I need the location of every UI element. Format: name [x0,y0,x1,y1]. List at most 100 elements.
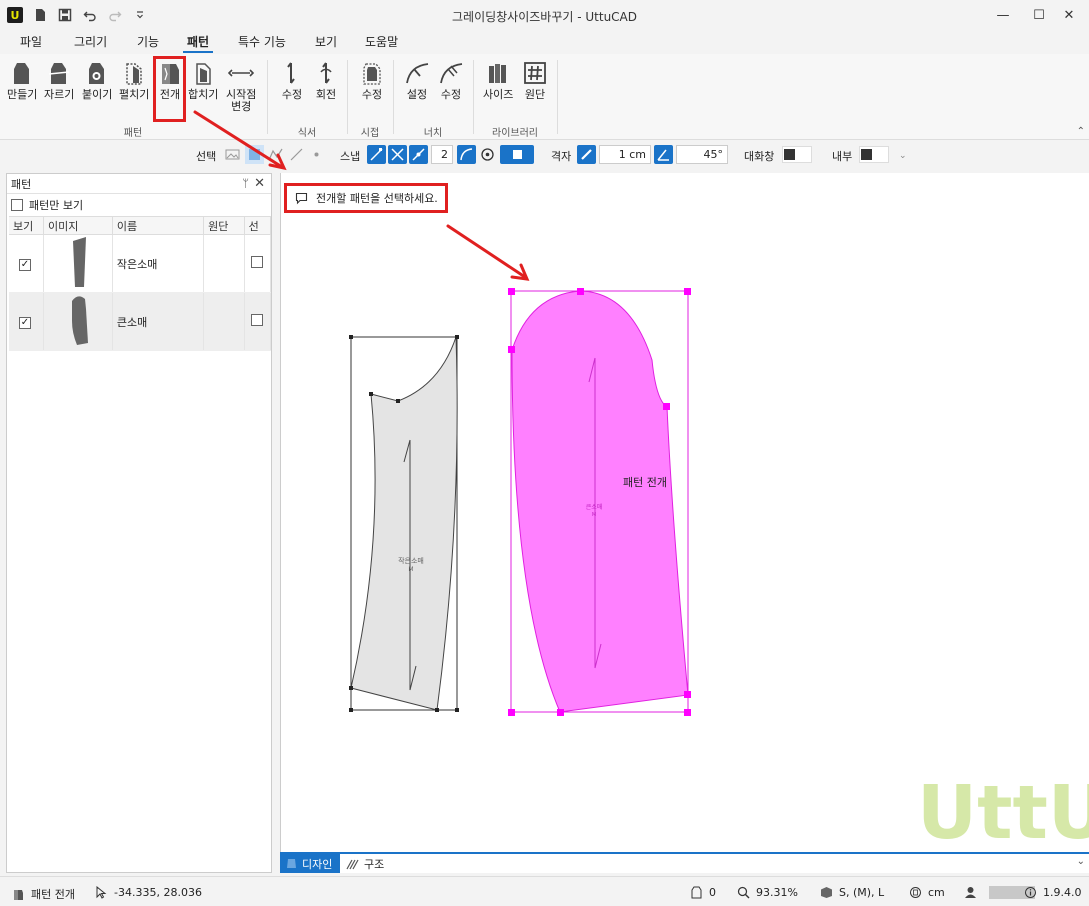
grid-size-input[interactable]: 1 cm [599,145,651,164]
snap-midpoint-icon[interactable] [409,145,428,164]
start-point-arrow-icon [228,69,255,77]
command-prompt: 전개할 패턴을 선택하세요. [284,183,448,213]
inner-label: 내부 [832,150,853,163]
panel-close-icon[interactable]: ✕ [254,176,265,191]
drawing-canvas[interactable] [280,173,1089,853]
ribbon-collapse-icon[interactable]: ⌃ [1077,126,1085,137]
close-window-button[interactable]: ✕ [1046,0,1089,30]
dialog-label: 대화창 [744,150,775,163]
snap-divisions-input[interactable]: 2 [431,145,453,164]
status-bar: 패턴 전개 -34.335, 28.036 0 93.31% S, (M), L… [0,876,1089,906]
cut-pattern-button[interactable]: 자르기 [44,60,74,101]
new-file-icon[interactable] [32,7,48,23]
tab-pattern[interactable]: 패턴 [182,30,214,54]
edit-seam-allowance-button[interactable]: 수정 [359,60,385,101]
toolbar-overflow-icon[interactable]: ⌄ [899,151,907,161]
user-icon [965,887,976,898]
create-pattern-button[interactable]: 만들기 [7,60,37,101]
redo-icon[interactable] [107,7,123,23]
set-notch-button[interactable]: 설정 [404,60,430,101]
edit-grainline-label: 수정 [281,88,303,101]
select-line-icon[interactable] [287,145,306,164]
grid-pencil-icon[interactable] [577,145,596,164]
col-visible[interactable]: 보기 [9,216,44,235]
angle-input[interactable]: 45° [676,145,728,164]
visible-checkbox[interactable]: ✓ [19,316,31,329]
snap-center-icon[interactable] [478,145,497,164]
pin-icon[interactable]: ᛘ [242,177,249,190]
status-zoom[interactable]: 93.31% [737,886,798,899]
ribbon-separator [347,60,348,134]
line-checkbox[interactable] [250,256,263,268]
change-start-point-button[interactable]: 시작점 변경 [226,60,256,113]
customize-quick-access-icon[interactable] [132,7,148,23]
table-row[interactable]: ✓ 작은소매 [9,234,272,293]
table-row[interactable]: ✓ 큰소매 [9,292,272,351]
grid-label: 격자 [551,150,572,163]
command-prompt-text: 전개할 패턴을 선택하세요. [316,192,438,205]
rotate-grainline-button[interactable]: 회전 [313,60,339,101]
snap-fill-toggle[interactable] [500,145,534,164]
dialog-color-swatch [784,149,795,160]
angle-icon[interactable] [654,145,673,164]
unfold-button-highlight [153,56,186,122]
spread-pattern-button[interactable]: 펼치기 [119,60,149,101]
size-library-label: 사이즈 [483,88,514,101]
fabric-library-label: 원단 [524,88,546,101]
status-version[interactable]: 1.9.4.0 [1024,886,1081,899]
tab-file[interactable]: 파일 [20,30,42,54]
tab-help[interactable]: 도움말 [365,30,398,54]
fabric-library-button[interactable]: 원단 [522,60,548,101]
pattern-only-checkbox[interactable] [11,199,23,211]
pattern-name: 큰소매 [112,292,205,351]
line-checkbox[interactable] [250,314,263,326]
tab-view[interactable]: 보기 [315,30,337,54]
attach-pattern-button[interactable]: 붙이기 [82,60,112,101]
status-size[interactable]: S, (M), L [820,886,884,899]
ribbon-group-pattern: 패턴 [123,128,143,139]
snap-intersection-icon[interactable] [388,145,407,164]
col-fabric[interactable]: 원단 [203,216,245,235]
col-name[interactable]: 이름 [112,216,205,235]
tab-draw[interactable]: 그리기 [74,30,107,54]
size-library-button[interactable]: 사이즈 [483,60,513,101]
options-toolbar: 선택 스냅 2 격자 1 cm 45° 대화창 내부 ⌄ [0,141,1089,168]
visible-checkbox[interactable]: ✓ [19,258,31,271]
snap-endpoint-icon[interactable] [367,145,386,164]
view-tabs: 디자인 구조 ⌄ [280,852,1089,873]
pattern-only-row: 패턴만 보기 [7,194,271,216]
tab-structure[interactable]: 구조 [346,856,384,872]
select-pattern-icon[interactable] [245,145,264,164]
col-image[interactable]: 이미지 [43,216,113,235]
snap-label: 스냅 [340,150,361,163]
tab-special-function[interactable]: 특수 기능 [238,30,286,54]
save-icon[interactable] [57,7,73,23]
tab-structure-label: 구조 [364,858,385,871]
status-unit[interactable]: cm [909,886,945,899]
edit-grainline-button[interactable]: 수정 [279,60,305,101]
title-bar: U 그레이딩창사이즈바꾸기 - UttuCAD — ☐ ✕ [0,0,1089,30]
pattern-table: 보기 이미지 이름 원단 선 ✓ 작은소매 ✓ 큰소매 [9,216,272,351]
info-icon [1025,887,1036,898]
rotate-grainline-icon [320,62,332,84]
tab-function[interactable]: 기능 [137,30,159,54]
undo-icon[interactable] [82,7,98,23]
spread-pattern-icon [126,63,142,85]
merge-pattern-button[interactable]: 합치기 [188,60,218,101]
ribbon-separator [473,60,474,134]
pattern-count-icon [691,886,702,899]
tab-design[interactable]: 디자인 [280,854,340,873]
select-polyline-icon[interactable] [266,145,285,164]
create-pattern-label: 만들기 [7,88,38,101]
tabs-dropdown-icon[interactable]: ⌄ [1077,856,1085,867]
attach-pattern-label: 붙이기 [82,88,113,101]
select-image-icon[interactable] [223,145,242,164]
edit-notch-button[interactable]: 수정 [438,60,464,101]
snap-curve-icon[interactable] [457,145,476,164]
col-line[interactable]: 선 [244,216,272,235]
ribbon-separator [267,60,268,134]
select-point-icon[interactable] [307,145,326,164]
fabric-grid-icon [524,62,546,84]
pattern-panel: 패턴 ᛘ ✕ 패턴만 보기 보기 이미지 이름 원단 선 ✓ 작은소매 ✓ 큰소… [6,173,272,873]
panel-header: 패턴 ᛘ ✕ [7,174,271,194]
